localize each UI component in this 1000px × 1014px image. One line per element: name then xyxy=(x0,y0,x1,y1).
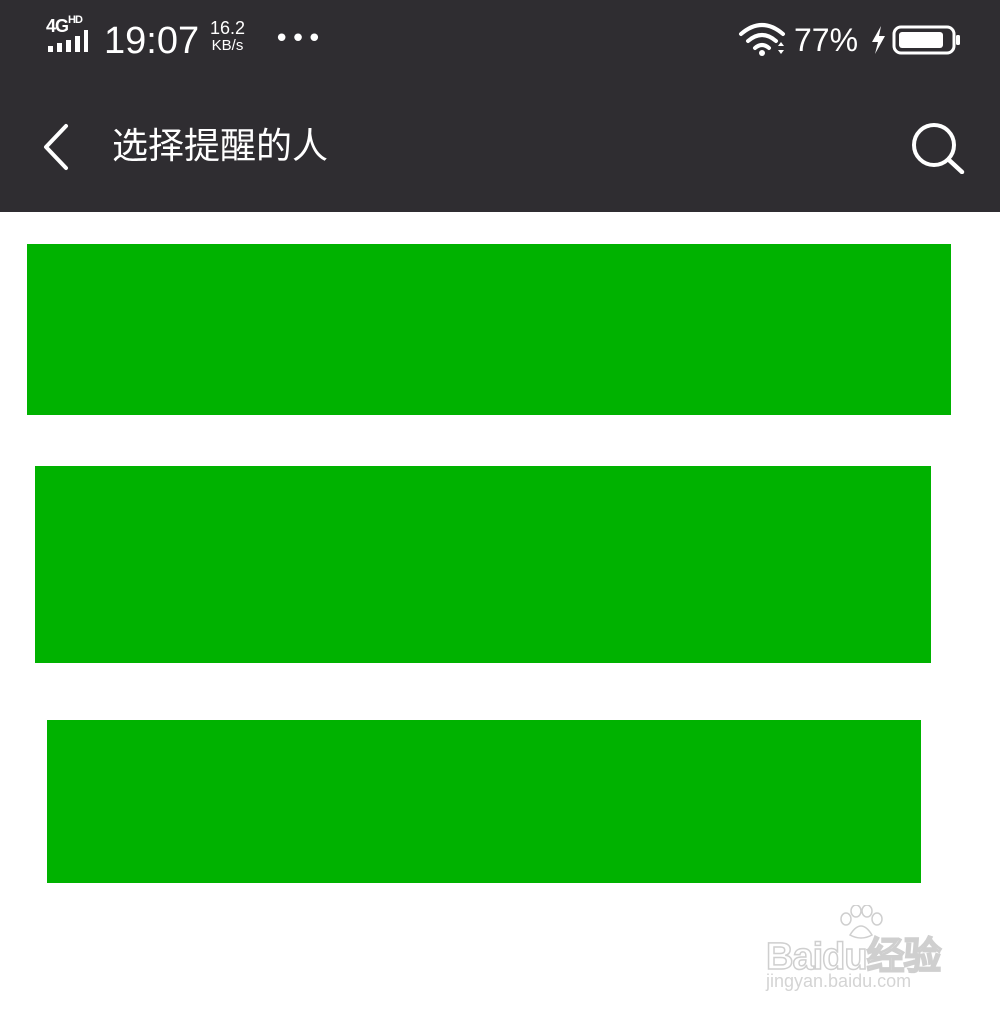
wifi-icon xyxy=(738,22,788,62)
navigation-bar: 选择提醒的人 xyxy=(0,82,1000,212)
baidu-jingyan-watermark: Baidu经验 jingyan.baidu.com xyxy=(760,904,960,995)
network-speed: 16.2 KB/s xyxy=(210,18,246,54)
battery-icon xyxy=(892,24,962,60)
search-icon[interactable] xyxy=(910,122,970,178)
signal-strength-icon xyxy=(46,30,90,58)
charging-icon xyxy=(868,24,888,60)
redacted-contact-block-3[interactable] xyxy=(47,720,921,883)
clock: 19:07 xyxy=(104,20,200,62)
more-notifications-icon: ••• xyxy=(274,24,324,54)
redacted-contact-block-1[interactable] xyxy=(27,244,951,415)
page-title: 选择提醒的人 xyxy=(112,126,329,167)
watermark-url: jingyan.baidu.com xyxy=(766,971,912,991)
back-chevron-icon[interactable] xyxy=(38,122,74,176)
screen: 4GHD 19:07 16.2 KB/s ••• 77% 选择提醒的人 Baid… xyxy=(0,0,1000,1014)
battery-percent: 77% xyxy=(794,22,859,58)
status-bar: 4GHD 19:07 16.2 KB/s ••• 77% xyxy=(0,0,1000,82)
redacted-contact-block-2[interactable] xyxy=(35,466,931,663)
